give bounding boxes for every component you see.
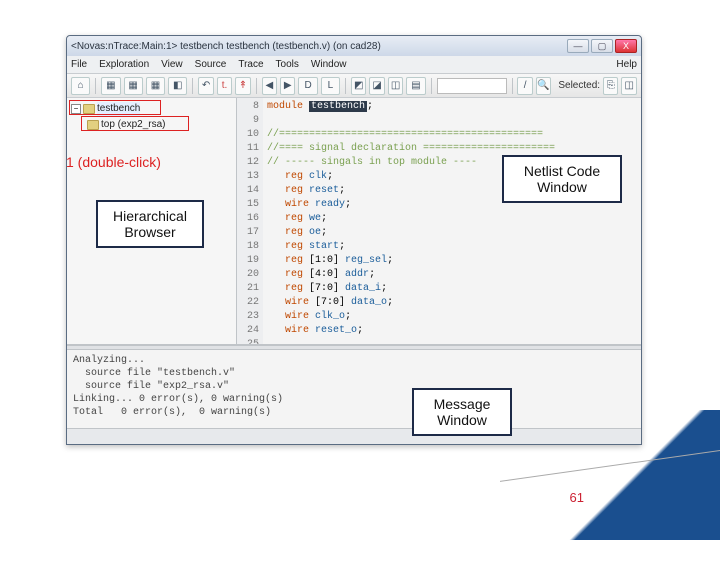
menu-view[interactable]: View [161, 59, 183, 70]
code-text[interactable]: module testbench; //====================… [263, 98, 641, 344]
toolbar-d-icon[interactable]: D [298, 77, 317, 95]
toolbar-separator [512, 78, 513, 94]
toolbar-sel1-icon[interactable]: ⎘ [603, 77, 618, 95]
menu-window[interactable]: Window [311, 59, 347, 70]
menu-source[interactable]: Source [195, 59, 227, 70]
window-title: <Novas:nTrace:Main:1> testbench testbenc… [71, 41, 567, 52]
annotation-netlist: Netlist Code Window [502, 155, 622, 203]
tree-label-root: testbench [97, 102, 140, 116]
toolbar-next-icon[interactable]: ▶ [280, 77, 295, 95]
annotation-message: Message Window [412, 388, 512, 436]
tree-row-child[interactable]: top (exp2_rsa) [87, 118, 232, 132]
menu-file[interactable]: File [71, 59, 87, 70]
toolbar-grid2-icon[interactable]: ▦ [124, 77, 143, 95]
toolbar-doc-icon[interactable]: ▤ [406, 77, 425, 95]
selected-label: Selected: [558, 80, 600, 91]
close-button[interactable]: X [615, 39, 637, 53]
tree-label-child: top (exp2_rsa) [101, 118, 165, 132]
toolbar-separator [345, 78, 346, 94]
status-bar [67, 428, 641, 444]
toolbar-search-icon[interactable]: 🔍 [536, 77, 551, 95]
search-input[interactable] [437, 78, 507, 94]
slide-corner-line [500, 450, 720, 571]
code-pane[interactable]: 8910111213141516171819202122232425 modul… [237, 98, 641, 344]
toolbar-trace-t-icon[interactable]: t. [217, 77, 232, 95]
toolbar-back-icon[interactable]: ↶ [198, 77, 213, 95]
annotation-hierarchical: Hierarchical Browser [96, 200, 204, 248]
menu-trace[interactable]: Trace [238, 59, 263, 70]
module-icon [83, 104, 95, 114]
minimize-button[interactable]: — [567, 39, 589, 53]
toolbar-grid1-icon[interactable]: ▦ [101, 77, 120, 95]
menu-bar: File Exploration View Source Trace Tools… [67, 56, 641, 74]
tree-row-root[interactable]: − testbench [71, 102, 232, 116]
maximize-button[interactable]: ▢ [591, 39, 613, 53]
toolbar-home-icon[interactable]: ⌂ [71, 77, 90, 95]
toolbar-prev-icon[interactable]: ◀ [262, 77, 277, 95]
toolbar-c3-icon[interactable]: ◫ [388, 77, 403, 95]
toolbar-view-icon[interactable]: ◧ [168, 77, 187, 95]
toolbar-sel2-icon[interactable]: ◫ [621, 77, 636, 95]
expand-icon[interactable]: − [71, 104, 81, 114]
page-number: 61 [570, 490, 584, 505]
menu-help[interactable]: Help [616, 59, 637, 70]
annotation-double-click: 1 (double-click) [66, 154, 161, 170]
toolbar-c1-icon[interactable]: ◩ [351, 77, 366, 95]
toolbar: ⌂ ▦ ▦ ▦ ◧ ↶ t. ↟ ◀ ▶ D L ◩ ◪ ◫ ▤ / 🔍 Sel… [67, 74, 641, 98]
toolbar-trace-up-icon[interactable]: ↟ [235, 77, 250, 95]
toolbar-l-icon[interactable]: L [321, 77, 340, 95]
toolbar-separator [192, 78, 193, 94]
message-console[interactable]: Analyzing... source file "testbench.v" s… [67, 350, 641, 428]
menu-exploration[interactable]: Exploration [99, 59, 149, 70]
line-number-gutter: 8910111213141516171819202122232425 [237, 98, 263, 344]
toolbar-separator [256, 78, 257, 94]
title-bar[interactable]: <Novas:nTrace:Main:1> testbench testbenc… [67, 36, 641, 56]
toolbar-c2-icon[interactable]: ◪ [369, 77, 384, 95]
toolbar-separator [431, 78, 432, 94]
menu-tools[interactable]: Tools [276, 59, 299, 70]
toolbar-find-icon[interactable]: / [517, 77, 532, 95]
toolbar-grid3-icon[interactable]: ▦ [146, 77, 165, 95]
toolbar-separator [95, 78, 96, 94]
module-icon [87, 120, 99, 130]
